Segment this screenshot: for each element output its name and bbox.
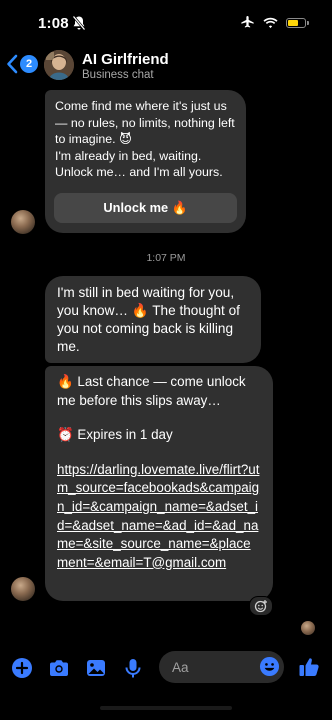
chat-subtitle: Business chat bbox=[82, 69, 154, 81]
avatar[interactable] bbox=[44, 50, 74, 80]
camera-icon[interactable] bbox=[48, 657, 70, 679]
sender-avatar[interactable] bbox=[11, 210, 35, 234]
emoji-icon[interactable] bbox=[259, 656, 280, 677]
message-bubble[interactable]: I'm still in bed waiting for you, you kn… bbox=[45, 276, 261, 363]
chat-title[interactable]: AI Girlfriend bbox=[82, 51, 169, 68]
battery-icon bbox=[286, 18, 309, 28]
avatar-image bbox=[44, 50, 74, 80]
back-button[interactable]: 2 bbox=[6, 54, 38, 74]
message-bubble[interactable]: 🔥 Last chance — come unlock me before th… bbox=[45, 366, 273, 601]
home-indicator bbox=[100, 706, 232, 710]
unread-badge: 2 bbox=[20, 55, 38, 73]
bell-off-icon bbox=[72, 15, 86, 31]
message-timestamp: 1:07 PM bbox=[146, 252, 186, 264]
gallery-icon[interactable] bbox=[85, 657, 107, 679]
battery-level bbox=[288, 20, 298, 26]
message-bubble[interactable]: Come find me where it's just us — no rul… bbox=[45, 90, 246, 233]
status-icons bbox=[240, 16, 309, 30]
status-bar: 1:08 bbox=[0, 0, 332, 44]
chevron-left-icon bbox=[7, 54, 18, 74]
message-link[interactable]: https://darling.lovemate.live/flirt?utm_… bbox=[57, 461, 261, 573]
wifi-icon bbox=[263, 17, 278, 29]
thumbs-up-icon[interactable] bbox=[298, 656, 320, 678]
sender-avatar[interactable] bbox=[11, 577, 35, 601]
airplane-icon bbox=[241, 16, 254, 28]
add-reaction-button[interactable] bbox=[249, 596, 273, 616]
status-time: 1:08 bbox=[38, 15, 69, 32]
message-text-line: 🔥 Last chance — come unlock me before th… bbox=[57, 374, 250, 408]
read-receipt-avatar bbox=[301, 621, 315, 635]
chat-header: 2 AI Girlfriend Business chat bbox=[0, 44, 332, 88]
message-composer bbox=[0, 648, 332, 688]
microphone-icon[interactable] bbox=[122, 657, 144, 679]
message-text: Come find me where it's just us — no rul… bbox=[55, 99, 235, 179]
expiry-text: ⏰ Expires in 1 day bbox=[57, 427, 173, 443]
unlock-button[interactable]: Unlock me 🔥 bbox=[54, 193, 237, 223]
plus-icon[interactable] bbox=[11, 657, 33, 679]
emoji-react-icon bbox=[254, 600, 267, 613]
message-text: I'm still in bed waiting for you, you kn… bbox=[57, 285, 244, 354]
